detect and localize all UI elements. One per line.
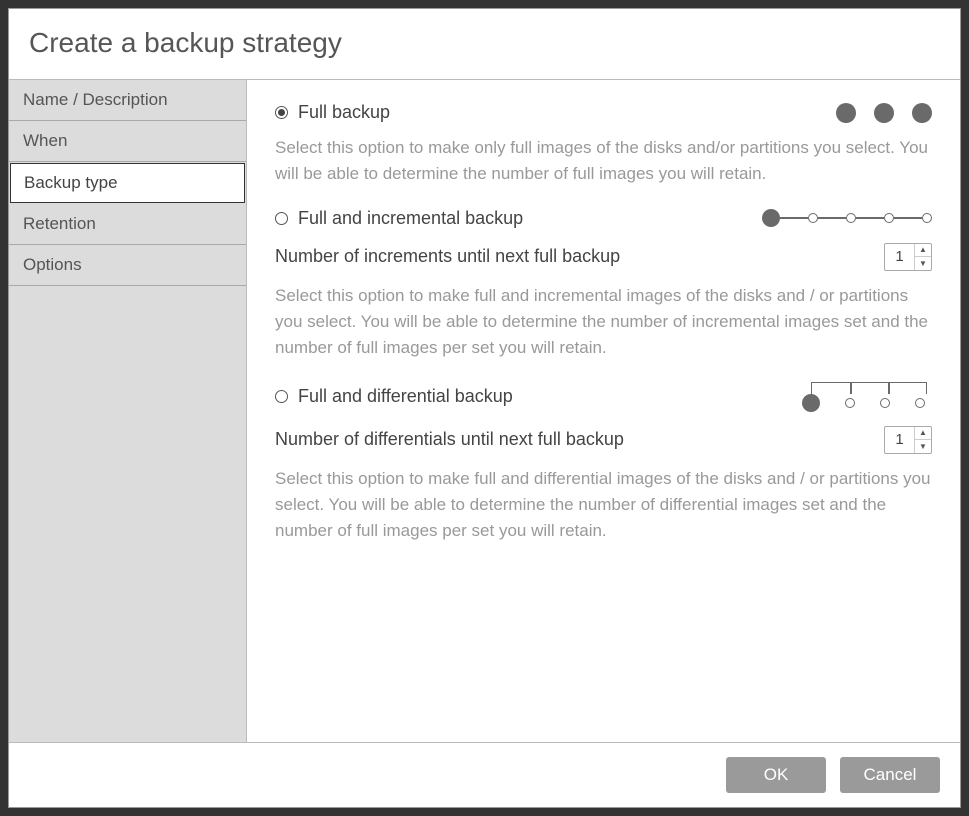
sidebar-item-backup-type[interactable]: Backup type — [10, 163, 245, 203]
backup-type-content: Full backup Select this option to make o… — [247, 80, 960, 742]
radio-icon — [275, 106, 288, 119]
sidebar-item-options[interactable]: Options — [9, 245, 246, 286]
dialog-title: Create a backup strategy — [29, 27, 940, 59]
increments-spinner[interactable]: 1 ▲ ▼ — [884, 243, 932, 271]
differential-backup-icon — [802, 382, 932, 412]
radio-full-backup[interactable]: Full backup — [275, 102, 390, 123]
radio-differential-backup[interactable]: Full and differential backup — [275, 386, 513, 407]
differentials-spinner[interactable]: 1 ▲ ▼ — [884, 426, 932, 454]
radio-incremental-label: Full and incremental backup — [298, 208, 523, 229]
dialog-body: Name / Description When Backup type Rete… — [9, 80, 960, 742]
create-backup-strategy-dialog: Create a backup strategy Name / Descript… — [8, 8, 961, 808]
radio-icon — [275, 212, 288, 225]
radio-full-label: Full backup — [298, 102, 390, 123]
sidebar-item-retention[interactable]: Retention — [9, 204, 246, 245]
radio-differential-label: Full and differential backup — [298, 386, 513, 407]
increments-spinner-label: Number of increments until next full bac… — [275, 246, 620, 267]
dialog-header: Create a backup strategy — [9, 9, 960, 80]
option-full-backup: Full backup Select this option to make o… — [275, 102, 932, 188]
increments-value: 1 — [885, 244, 915, 270]
wizard-sidebar: Name / Description When Backup type Rete… — [9, 80, 247, 742]
cancel-button[interactable]: Cancel — [840, 757, 940, 793]
increments-down-icon[interactable]: ▼ — [915, 257, 931, 270]
differentials-up-icon[interactable]: ▲ — [915, 427, 931, 441]
sidebar-item-when[interactable]: When — [9, 121, 246, 162]
ok-button[interactable]: OK — [726, 757, 826, 793]
incremental-backup-icon — [762, 209, 932, 227]
full-backup-icon — [836, 103, 932, 123]
incremental-backup-description: Select this option to make full and incr… — [275, 283, 932, 362]
increments-up-icon[interactable]: ▲ — [915, 244, 931, 258]
differentials-down-icon[interactable]: ▼ — [915, 440, 931, 453]
radio-incremental-backup[interactable]: Full and incremental backup — [275, 208, 523, 229]
sidebar-item-name-description[interactable]: Name / Description — [9, 80, 246, 121]
dialog-footer: OK Cancel — [9, 742, 960, 807]
radio-icon — [275, 390, 288, 403]
option-incremental-backup: Full and incremental backup Number of in… — [275, 208, 932, 362]
full-backup-description: Select this option to make only full ima… — [275, 135, 932, 188]
differential-backup-description: Select this option to make full and diff… — [275, 466, 932, 545]
differentials-spinner-label: Number of differentials until next full … — [275, 429, 624, 450]
differentials-value: 1 — [885, 427, 915, 453]
option-differential-backup: Full and differential backup — [275, 382, 932, 545]
